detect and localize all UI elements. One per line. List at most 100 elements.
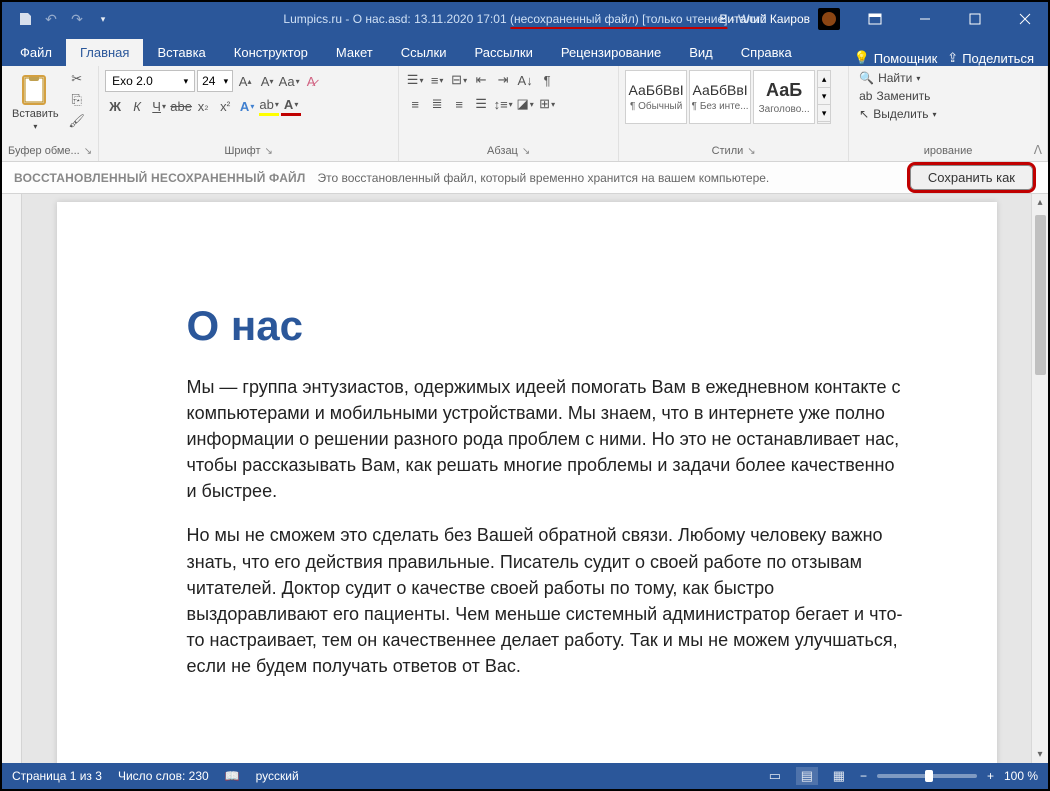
numbering-button[interactable]: ≡▾: [427, 70, 447, 90]
style-no-spacing[interactable]: АаБбВвІ¶ Без инте...: [689, 70, 751, 124]
line-spacing-button[interactable]: ↕≡▾: [493, 94, 513, 114]
shrink-font-button[interactable]: A▾: [257, 71, 277, 91]
tab-home[interactable]: Главная: [66, 39, 143, 66]
tab-mailings[interactable]: Рассылки: [460, 39, 546, 66]
scroll-thumb[interactable]: [1035, 215, 1046, 375]
window-title: Lumpics.ru - О нас.asd: 13.11.2020 17:01…: [283, 12, 766, 26]
increase-indent-button[interactable]: ⇥: [493, 70, 513, 90]
format-painter-button[interactable]: 🖌: [67, 112, 87, 130]
strikethrough-button[interactable]: abe: [171, 96, 191, 116]
dialog-launcher-icon[interactable]: ↘: [747, 146, 755, 157]
proofing-icon[interactable]: 📖: [225, 769, 240, 783]
grow-font-button[interactable]: A▴: [235, 71, 255, 91]
font-color-button[interactable]: A▾: [281, 96, 301, 116]
tell-me-button[interactable]: 💡 Помощник: [854, 50, 938, 66]
tab-review[interactable]: Рецензирование: [547, 39, 675, 66]
close-button[interactable]: [1002, 2, 1048, 36]
text-effects-button[interactable]: A▾: [237, 96, 257, 116]
clear-format-button[interactable]: A̷: [301, 71, 321, 91]
recovery-bar: ВОССТАНОВЛЕННЫЙ НЕСОХРАНЕННЫЙ ФАЙЛ Это в…: [2, 162, 1048, 194]
shading-button[interactable]: ◪▾: [515, 94, 535, 114]
scroll-up-icon[interactable]: ▴: [1032, 194, 1048, 211]
superscript-button[interactable]: x²: [215, 96, 235, 116]
underline-button[interactable]: Ч▾: [149, 96, 169, 116]
collapse-ribbon-button[interactable]: ᐱ: [1034, 143, 1042, 157]
replace-button[interactable]: abЗаменить: [855, 88, 940, 104]
borders-button[interactable]: ⊞▾: [537, 94, 557, 114]
quick-access-toolbar: ↶ ↷ ▾: [2, 11, 111, 27]
dialog-launcher-icon[interactable]: ↘: [84, 146, 92, 157]
zoom-in-button[interactable]: +: [987, 769, 994, 783]
font-size-combo[interactable]: 24▾: [197, 70, 233, 92]
ribbon-tabs: Файл Главная Вставка Конструктор Макет С…: [2, 36, 1048, 66]
recovery-message: Это восстановленный файл, который времен…: [318, 171, 770, 185]
dialog-launcher-icon[interactable]: ↘: [522, 146, 530, 157]
ribbon-group-styles: АаБбВвІ¶ Обычный АаБбВвІ¶ Без инте... Аа…: [619, 66, 849, 161]
align-left-button[interactable]: ≡: [405, 94, 425, 114]
app-window: ↶ ↷ ▾ Lumpics.ru - О нас.asd: 13.11.2020…: [0, 0, 1050, 791]
undo-icon[interactable]: ↶: [43, 11, 59, 27]
tab-design[interactable]: Конструктор: [220, 39, 322, 66]
zoom-slider[interactable]: [877, 774, 977, 778]
ribbon-group-font: Exo 2.0▾ 24▾ A▴ A▾ Aa▾ A̷ Ж К Ч▾ abe x₂ …: [99, 66, 399, 161]
tab-references[interactable]: Ссылки: [387, 39, 461, 66]
styles-gallery[interactable]: АаБбВвІ¶ Обычный АаБбВвІ¶ Без инте... Аа…: [625, 70, 831, 124]
maximize-button[interactable]: [952, 2, 998, 36]
align-center-button[interactable]: ≣: [427, 94, 447, 114]
scroll-down-icon[interactable]: ▾: [1032, 746, 1048, 763]
document-paragraph[interactable]: Мы — группа энтузиастов, одержимых идеей…: [187, 374, 907, 504]
document-heading[interactable]: О нас: [187, 302, 907, 350]
zoom-level[interactable]: 100 %: [1004, 769, 1038, 783]
select-button[interactable]: ↖Выделить▾: [855, 106, 940, 122]
tab-file[interactable]: Файл: [6, 39, 66, 66]
save-as-button[interactable]: Сохранить как: [907, 162, 1036, 193]
style-heading[interactable]: АаБЗаголово...: [753, 70, 815, 124]
document-viewport[interactable]: О нас Мы — группа энтузиастов, одержимых…: [22, 194, 1031, 763]
paste-button[interactable]: Вставить ▾: [8, 70, 63, 135]
minimize-button[interactable]: [902, 2, 948, 36]
decrease-indent-button[interactable]: ⇤: [471, 70, 491, 90]
zoom-out-button[interactable]: −: [860, 769, 867, 783]
user-avatar-icon: [818, 8, 840, 30]
document-paragraph[interactable]: Но мы не сможем это сделать без Вашей об…: [187, 522, 907, 679]
read-mode-button[interactable]: ▭: [764, 767, 786, 785]
font-name-combo[interactable]: Exo 2.0▾: [105, 70, 195, 92]
language-status[interactable]: русский: [256, 769, 299, 783]
find-button[interactable]: 🔍Найти▾: [855, 70, 940, 86]
web-layout-button[interactable]: ▦: [828, 767, 850, 785]
qat-dropdown-icon[interactable]: ▾: [95, 11, 111, 27]
status-bar: Страница 1 из 3 Число слов: 230 📖 русски…: [2, 763, 1048, 789]
vertical-ruler[interactable]: [2, 194, 22, 763]
save-icon[interactable]: [17, 11, 33, 27]
replace-icon: ab: [859, 89, 872, 103]
tab-insert[interactable]: Вставка: [143, 39, 219, 66]
tab-layout[interactable]: Макет: [322, 39, 387, 66]
bullets-button[interactable]: ☰▾: [405, 70, 425, 90]
print-layout-button[interactable]: ▤: [796, 767, 818, 785]
italic-button[interactable]: К: [127, 96, 147, 116]
bold-button[interactable]: Ж: [105, 96, 125, 116]
vertical-scrollbar[interactable]: ▴ ▾: [1031, 194, 1048, 763]
copy-button[interactable]: ⎘: [67, 91, 87, 109]
tab-view[interactable]: Вид: [675, 39, 727, 66]
dialog-launcher-icon[interactable]: ↘: [265, 146, 273, 157]
word-count[interactable]: Число слов: 230: [118, 769, 209, 783]
sort-button[interactable]: A↓: [515, 70, 535, 90]
align-right-button[interactable]: ≡: [449, 94, 469, 114]
multilevel-button[interactable]: ⊟▾: [449, 70, 469, 90]
redo-icon[interactable]: ↷: [69, 11, 85, 27]
change-case-button[interactable]: Aa▾: [279, 71, 299, 91]
tab-help[interactable]: Справка: [727, 39, 806, 66]
highlight-button[interactable]: ab▾: [259, 96, 279, 116]
styles-scroll[interactable]: ▴▾▾: [817, 70, 831, 124]
share-button[interactable]: ⇪ Поделиться: [947, 50, 1034, 66]
justify-button[interactable]: ☰: [471, 94, 491, 114]
ribbon-options-icon[interactable]: [852, 2, 898, 36]
style-normal[interactable]: АаБбВвІ¶ Обычный: [625, 70, 687, 124]
page-count[interactable]: Страница 1 из 3: [12, 769, 102, 783]
cut-button[interactable]: ✂: [67, 70, 87, 88]
show-marks-button[interactable]: ¶: [537, 70, 557, 90]
page[interactable]: О нас Мы — группа энтузиастов, одержимых…: [57, 202, 997, 763]
ribbon-group-clipboard: Вставить ▾ ✂ ⎘ 🖌 Буфер обме...↘: [2, 66, 99, 161]
subscript-button[interactable]: x₂: [193, 96, 213, 116]
